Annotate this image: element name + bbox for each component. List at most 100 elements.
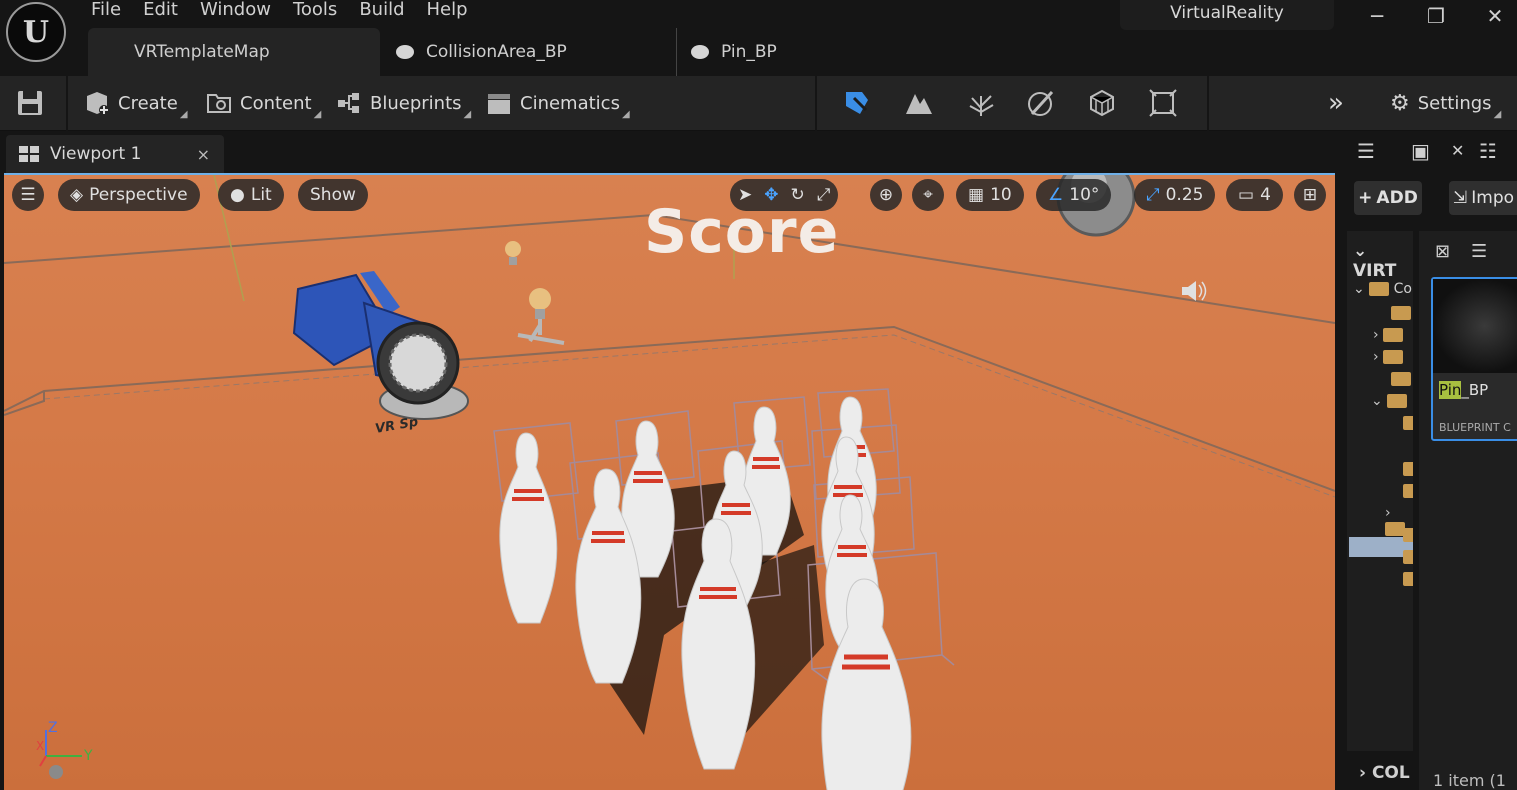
surface-snap-icon: ⌖ [923,185,933,205]
title-bar: U File Edit Window Tools Build Help VRTe… [0,0,1517,76]
asset-thumbnail [1433,279,1517,373]
dropdown-caret-icon: ◢ [313,109,322,120]
close-window-button[interactable]: ✕ [1480,4,1510,28]
folder-icon [1403,550,1413,564]
list-item[interactable]: › [1385,505,1413,536]
import-button[interactable]: ⇲ Impo [1449,181,1517,215]
folder-root[interactable]: ⌄ Co [1353,281,1412,301]
world-local-button[interactable]: ⊕ [870,179,902,211]
camera-icon: ▭ [1238,185,1255,205]
asset-name-highlight: Pin [1439,381,1462,399]
plus-icon: + [1358,188,1373,208]
folder-icon [1403,462,1413,476]
content-button[interactable]: Content ◢ [206,86,321,120]
show-label: Show [310,185,356,205]
surface-snap-button[interactable]: ⌖ [912,179,944,211]
menu-window[interactable]: Window [189,0,282,22]
viewport-layout-button[interactable]: ⊞ [1294,179,1326,211]
logo-letter: U [22,14,50,50]
filter-icon[interactable]: ☰ [1471,241,1487,262]
folder-icon [1383,328,1404,342]
blueprint-icon [396,45,414,59]
blueprint-icon [691,45,709,59]
close-tab-icon[interactable]: × [197,145,210,164]
chevron-right-icon: › [1373,327,1379,343]
camera-speed-value: 4 [1260,185,1271,205]
list-item[interactable] [1391,371,1411,391]
scale-snap-button[interactable]: ⤢ 0.25 [1134,179,1216,211]
blueprints-button[interactable]: Blueprints ◢ [336,86,471,120]
lit-button[interactable]: ● Lit [218,179,284,211]
list-item[interactable] [1403,527,1413,547]
restore-button[interactable]: ❐ [1421,4,1451,28]
menu-build[interactable]: Build [348,0,415,22]
level-viewport[interactable]: VR Sp ☰ ◈ Perspective ● Lit Show ➤ ✥ ↻ ⤢… [4,173,1335,790]
cinematics-label: Cinematics [520,92,620,114]
folder-icon [1391,372,1411,386]
outliner-icon[interactable]: ☰ [1357,139,1375,163]
viewport-options-button[interactable]: ☰ [12,179,44,211]
menu-edit[interactable]: Edit [132,0,189,22]
create-label: Create [118,92,178,114]
camera-speed-button[interactable]: ▭ 4 [1226,179,1283,211]
folder-open-icon [1369,282,1390,296]
add-button[interactable]: + ADD [1354,181,1422,215]
tab-vrtemplatemap[interactable]: VRTemplateMap [88,28,380,76]
hamburger-icon: ☰ [20,185,36,205]
mesh-paint-icon[interactable] [1026,88,1056,118]
grid-snap-button[interactable]: ▦ 10 [956,179,1024,211]
content-browser-tab-row: ☰ ▣ ✕ ☷ [1341,131,1517,173]
filter-clear-icon[interactable]: ⊠ [1435,241,1450,262]
tab-label: CollisionArea_BP [426,42,567,62]
asset-name: Pin_BP [1439,381,1488,399]
close-tab-icon[interactable]: ✕ [1451,141,1464,160]
more-toolbar-button[interactable]: » [1328,86,1344,120]
rotation-snap-button[interactable]: ∠ 10° [1036,179,1112,211]
menu-help[interactable]: Help [416,0,479,22]
content-icon [207,94,231,113]
list-item[interactable]: › [1373,349,1404,369]
score-text-render: Score [644,197,840,267]
save-icon [18,91,42,115]
asset-tile-pin-bp[interactable]: Pin_BP BLUEPRINT C [1431,277,1517,441]
collections-header[interactable]: › COL [1359,763,1410,783]
fracture-icon[interactable] [1087,88,1117,118]
list-item[interactable] [1403,571,1413,591]
boundary-line [4,325,1335,492]
select-mode-icon[interactable] [842,88,872,118]
perspective-button[interactable]: ◈ Perspective [58,179,200,211]
cinematics-button[interactable]: Cinematics ◢ [486,86,630,120]
settings-button[interactable]: ⚙ Settings ◢ [1390,86,1501,121]
create-button[interactable]: Create ◢ [84,86,188,120]
scale-snap-icon: ⤢ [1146,185,1160,205]
list-item[interactable] [1403,415,1413,435]
list-item[interactable] [1391,305,1411,325]
viewport-tab-row: Viewport 1 × [0,131,1341,173]
list-item[interactable] [1403,549,1413,569]
landscape-icon[interactable] [904,88,934,118]
list-item[interactable] [1403,461,1413,481]
content-label: Content [240,92,312,114]
unreal-logo[interactable]: U [6,2,66,62]
save-button[interactable] [16,86,44,120]
folder-icon [1403,484,1413,498]
menu-tools[interactable]: Tools [282,0,348,22]
tab-pin-bp[interactable]: Pin_BP [676,28,876,76]
foliage-icon[interactable] [966,88,996,118]
tree-header[interactable]: ⌄ VIRT [1353,241,1413,281]
layout-grid-icon: ⊞ [1302,185,1318,205]
tab-collisionarea-bp[interactable]: CollisionArea_BP [396,28,674,76]
tab-viewport-1[interactable]: Viewport 1 × [6,135,224,173]
gear-icon: ⚙ [1390,90,1410,116]
folder-icon [1403,528,1413,542]
modeling-icon[interactable] [1148,88,1178,118]
list-item[interactable]: ⌄ [1371,393,1408,413]
list-item[interactable] [1403,483,1413,503]
details-icon[interactable]: ☷ [1479,139,1497,163]
blueprints-label: Blueprints [370,92,462,114]
show-button[interactable]: Show [298,179,368,211]
menu-file[interactable]: File [80,0,132,22]
minimize-button[interactable]: ─ [1362,4,1392,28]
content-browser-icon[interactable]: ▣ [1411,139,1430,163]
list-item[interactable]: › [1373,327,1404,347]
